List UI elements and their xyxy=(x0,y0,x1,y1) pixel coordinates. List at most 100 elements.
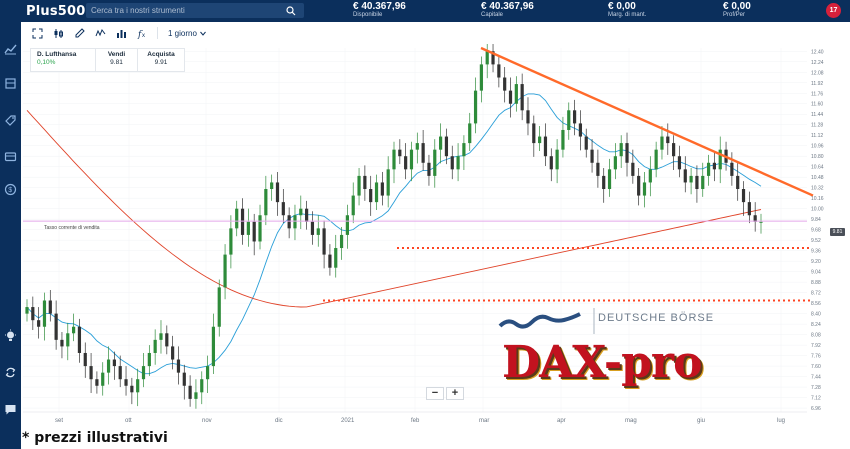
candle-body xyxy=(607,169,612,190)
candle-body xyxy=(136,379,140,393)
draw-button[interactable] xyxy=(71,25,88,41)
trading-app: Plus500 € 40.367,96 Disponibile € 40.367… xyxy=(0,0,850,449)
candle-body xyxy=(648,169,652,183)
candle-body xyxy=(747,202,751,216)
candle-body xyxy=(538,136,542,144)
candle-body xyxy=(543,136,548,157)
candle-body xyxy=(194,392,198,399)
candle-body xyxy=(165,333,169,347)
y-tick-label: 9.20 xyxy=(811,259,821,265)
x-tick-label: apr xyxy=(557,418,566,424)
profit-stat: € 0,00 Prof/Per xyxy=(723,1,751,19)
sell-col[interactable]: Vendi 9.81 xyxy=(96,49,138,71)
wallet-icon[interactable] xyxy=(4,150,17,163)
candle-body xyxy=(147,352,151,367)
candle-body xyxy=(305,208,309,222)
logo[interactable]: Plus500 xyxy=(0,4,88,19)
y-tick-label: 8.40 xyxy=(811,312,821,318)
candle-body xyxy=(689,175,693,183)
y-tick-label: 7.44 xyxy=(811,375,821,381)
candle-body xyxy=(374,182,379,203)
candle-body xyxy=(270,182,274,190)
search-input[interactable] xyxy=(91,6,286,15)
candle-body xyxy=(619,143,623,157)
candle-body xyxy=(712,162,716,170)
chat-icon[interactable] xyxy=(4,403,17,416)
overlays xyxy=(23,46,814,302)
candle-body xyxy=(211,326,216,367)
candle-body xyxy=(497,64,501,78)
deutsche-borse-text: DEUTSCHE BÖRSE xyxy=(598,312,715,324)
available-value: € 40.367,96 xyxy=(353,1,406,12)
zoom-out-button[interactable]: − xyxy=(426,387,444,400)
candle-body xyxy=(153,339,157,353)
candle-body xyxy=(48,300,52,314)
margin-value: € 0,00 xyxy=(608,1,636,12)
x-tick-label: lug xyxy=(777,418,785,424)
y-tick-label: 9.84 xyxy=(811,217,821,223)
function-button[interactable]: f x xyxy=(134,25,151,41)
candles-button[interactable] xyxy=(50,25,67,41)
notification-badge[interactable]: 17 xyxy=(826,3,841,18)
price-chart[interactable]: 12.40 12.24 12.08 11.92 11.76 11.60 11.44 11.28… xyxy=(21,44,850,430)
candle-body xyxy=(456,156,460,170)
candle-body xyxy=(72,326,76,334)
candle-body xyxy=(439,136,443,150)
equity-stat: € 40.367,96 Capitale xyxy=(481,1,534,19)
candle-body xyxy=(112,359,116,367)
chart-icon[interactable] xyxy=(4,42,17,55)
timeframe-select[interactable]: 1 giorno xyxy=(164,29,206,38)
y-tick-label: 7.76 xyxy=(811,354,821,360)
y-tick-label: 10.16 xyxy=(811,196,824,202)
candle-body xyxy=(66,333,70,347)
x-tick-label: 2021 xyxy=(341,418,355,424)
indicators-button[interactable] xyxy=(92,25,109,41)
candle-body xyxy=(741,189,746,203)
portfolio-icon[interactable] xyxy=(4,77,17,90)
candle-body xyxy=(642,182,647,196)
candle-body xyxy=(229,228,233,255)
y-tick-label: 9.04 xyxy=(811,270,821,276)
wave-icon xyxy=(95,28,106,36)
instrument-change: 0,10% xyxy=(37,59,56,66)
candle-body xyxy=(31,307,35,321)
fullscreen-icon xyxy=(32,28,43,38)
orders-icon[interactable] xyxy=(4,114,17,127)
candle-body xyxy=(485,51,489,65)
candle-body xyxy=(223,254,227,288)
x-tick-label: ott xyxy=(125,418,132,424)
zoom-controls: − + xyxy=(426,387,464,400)
candle-body xyxy=(258,215,262,242)
switch-icon[interactable] xyxy=(4,366,17,379)
candle-body xyxy=(25,307,29,314)
y-tick-label: 7.28 xyxy=(811,385,821,391)
buy-col[interactable]: Acquista 9.91 xyxy=(138,49,184,71)
candle-body xyxy=(415,143,419,150)
candle-body xyxy=(444,136,449,157)
pencil-icon xyxy=(75,27,85,37)
bars-icon xyxy=(117,29,126,38)
candle-body xyxy=(677,156,682,170)
y-tick-label: 6.96 xyxy=(811,406,821,412)
instrument-info[interactable]: D. Lufthansa 0,10% Vendi 9.81 Acquista 9… xyxy=(30,48,185,72)
candle-body xyxy=(683,169,687,183)
candle-body xyxy=(275,182,280,203)
compare-button[interactable] xyxy=(113,25,130,41)
y-tick-label: 10.00 xyxy=(811,207,824,213)
candle-body xyxy=(462,143,466,157)
candle-body xyxy=(281,202,285,216)
zoom-in-button[interactable]: + xyxy=(446,387,464,400)
search-box[interactable] xyxy=(86,3,304,18)
top-bar: Plus500 € 40.367,96 Disponibile € 40.367… xyxy=(0,0,850,22)
fullscreen-button[interactable] xyxy=(29,25,46,41)
candle-body xyxy=(101,372,105,386)
candle-body xyxy=(316,228,320,235)
left-sidebar: $ xyxy=(0,22,21,449)
search-icon[interactable] xyxy=(286,5,296,16)
lightbulb-icon[interactable] xyxy=(4,329,17,342)
candle-body xyxy=(654,149,658,170)
funds-icon[interactable]: $ xyxy=(4,183,17,196)
y-tick-label: 7.92 xyxy=(811,343,821,349)
y-tick-label: 10.32 xyxy=(811,186,824,192)
y-tick-label: 8.24 xyxy=(811,322,821,328)
